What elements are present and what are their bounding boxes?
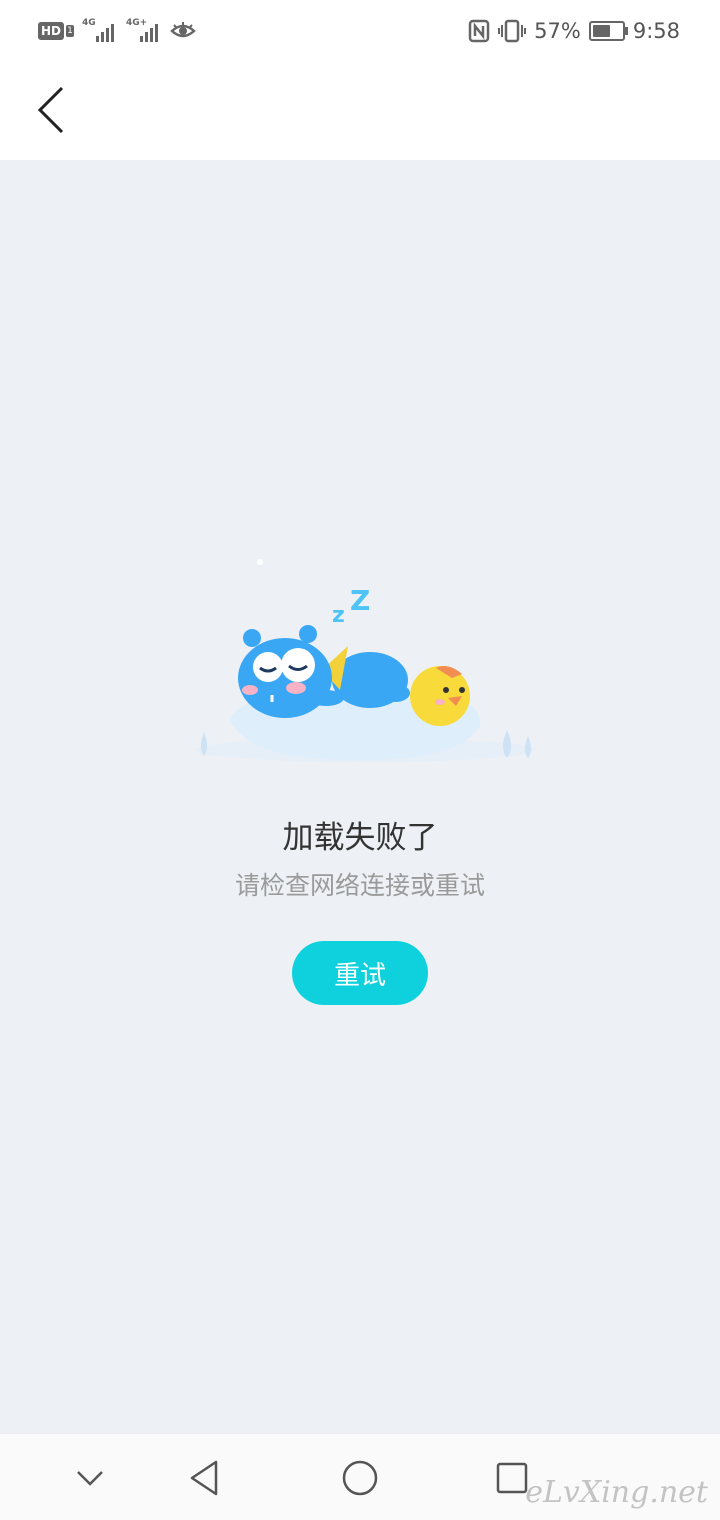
svg-text:z: z [332,603,345,628]
chevron-left-icon [37,86,64,134]
hd-label: HD [38,22,65,40]
status-right: 57% 9:58 [468,16,680,46]
status-bar: HD 1 4G 4G+ 57% 9:58 [0,0,720,60]
top-bar [0,60,720,160]
back-triangle-icon[interactable] [182,1454,230,1502]
clock: 9:58 [632,19,680,43]
watermark: eLvXing.net [525,1475,708,1510]
vibrate-icon [498,19,527,43]
sleeping-mascot-illustration: z Z [195,559,535,762]
error-title: 加载失败了 [282,820,438,856]
chevron-down-icon[interactable] [66,1454,114,1502]
system-nav-bar: eLvXing.net [0,1433,720,1520]
nfc-icon [468,19,490,43]
signal-icon: 4G+ [126,18,162,44]
svg-text:Z: Z [350,584,370,617]
retry-button[interactable]: 重试 [292,941,428,1005]
sim-indicator: 1 [66,25,75,37]
back-button[interactable] [30,85,74,135]
status-left: HD 1 4G 4G+ [38,16,196,46]
eye-icon [170,22,196,38]
network-type-label: 4G+ [126,18,148,28]
hd-icon: HD 1 [38,22,75,40]
home-circle-icon[interactable] [336,1454,384,1502]
battery-icon [588,21,628,41]
network-type-label: 4G [82,18,96,28]
battery-percent: 57% [534,19,581,43]
signal-icon: 4G [82,18,118,44]
error-subtitle: 请检查网络连接或重试 [234,871,485,900]
